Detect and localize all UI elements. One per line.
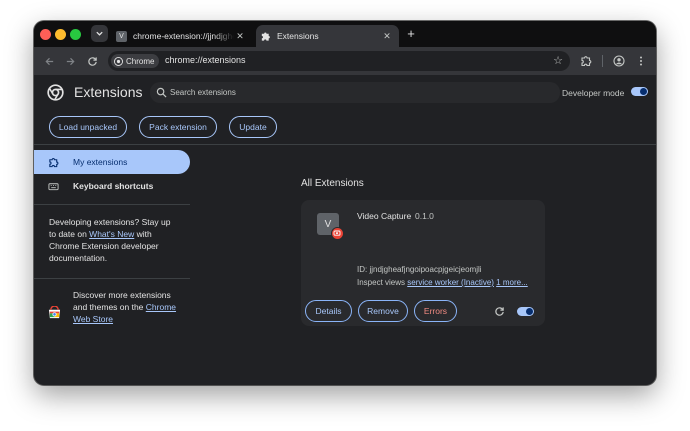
search-icon (156, 87, 167, 98)
profile-button[interactable] (610, 52, 628, 70)
puzzle-icon (261, 32, 270, 41)
url-text: chrome://extensions (165, 55, 246, 65)
close-icon[interactable]: ✕ (381, 31, 393, 42)
window-close-button[interactable] (40, 29, 51, 40)
details-button[interactable]: Details (305, 300, 352, 322)
extensions-button[interactable] (577, 52, 595, 70)
tab-favicon: V (116, 30, 127, 42)
page-title: Extensions (74, 84, 143, 100)
extension-name: Video Capture (357, 211, 412, 221)
search-input[interactable] (170, 86, 550, 99)
pack-extension-button[interactable]: Pack extension (139, 116, 217, 138)
page-header: Extensions Developer mode Load unpacked … (34, 75, 656, 145)
all-extensions-heading: All Extensions (301, 178, 364, 189)
chrome-logo-icon (47, 84, 64, 101)
tab-extensions[interactable]: Extensions ✕ (256, 25, 399, 47)
chrome-logo-icon (114, 56, 123, 66)
reload-icon (87, 56, 97, 66)
reload-button[interactable] (83, 52, 101, 70)
forward-button[interactable] (61, 52, 79, 70)
tab-strip: V chrome-extension://jjndjgheafjngoipoac… (34, 21, 656, 47)
profile-icon (613, 55, 625, 67)
chevron-down-icon (96, 31, 103, 36)
load-unpacked-button[interactable]: Load unpacked (49, 116, 127, 138)
inspect-label: Inspect views (357, 278, 408, 287)
toolbar-divider (602, 55, 603, 67)
sidebar-item-keyboard-shortcuts[interactable]: Keyboard shortcuts (34, 174, 190, 198)
menu-button[interactable] (632, 52, 650, 70)
sidebar-item-label: My extensions (73, 157, 128, 167)
sidebar-item-label: Keyboard shortcuts (73, 181, 154, 191)
developing-extensions-note: Developing extensions? Stay up to date o… (49, 216, 179, 264)
errors-button[interactable]: Errors (414, 300, 457, 322)
puzzle-icon (49, 157, 59, 167)
window-maximize-button[interactable] (70, 29, 81, 40)
site-info-chip[interactable]: Chrome (111, 54, 160, 68)
inspect-views: Inspect views service worker (Inactive) … (357, 278, 537, 287)
star-icon[interactable]: ☆ (550, 53, 566, 69)
webstore-text: Discover more extensions and themes on t… (73, 289, 183, 325)
back-button[interactable] (40, 52, 58, 70)
developer-mode-toggle[interactable] (631, 87, 648, 96)
sidebar: My extensions Keyboard shortcuts Develop… (34, 145, 190, 385)
tab-title: Extensions (277, 31, 319, 41)
window-minimize-button[interactable] (55, 29, 66, 40)
developer-mode-label: Developer mode (562, 88, 625, 98)
search-box[interactable] (150, 82, 560, 103)
extensions-puzzle-icon (581, 56, 592, 67)
sidebar-item-my-extensions[interactable]: My extensions (34, 150, 190, 174)
whats-new-link[interactable]: What's New (89, 229, 134, 239)
close-icon[interactable]: ✕ (234, 31, 246, 42)
browser-toolbar: Chrome chrome://extensions ☆ (34, 47, 656, 75)
reload-icon[interactable] (494, 306, 505, 317)
chip-label: Chrome (126, 56, 155, 66)
extension-id: ID: jjndjgheafjngoipoacpjgeicjeomjli (357, 265, 482, 274)
more-views-link[interactable]: 1 more... (496, 278, 528, 287)
forward-icon (66, 57, 75, 65)
update-button[interactable]: Update (229, 116, 277, 138)
remove-button[interactable]: Remove (358, 300, 408, 322)
keyboard-icon (48, 182, 59, 190)
record-icon (331, 227, 344, 240)
browser-window: V chrome-extension://jjndjgheafjngoipoac… (34, 21, 656, 385)
sidebar-divider (34, 204, 190, 205)
tab-search-button[interactable] (91, 25, 108, 42)
new-tab-button[interactable]: + (403, 26, 419, 42)
extension-enable-toggle[interactable] (517, 307, 534, 316)
extension-version: 0.1.0 (415, 211, 434, 221)
menu-icon (640, 56, 642, 66)
extension-card: V Video Capture 0.1.0 ID: jjndjgheafjngo… (301, 200, 545, 326)
back-icon (44, 57, 53, 65)
address-bar[interactable]: Chrome chrome://extensions ☆ (108, 51, 570, 71)
tab-title: chrome-extension://jjndjgheafjngoipoacpj… (133, 31, 234, 41)
sidebar-divider (34, 278, 190, 279)
chrome-web-store-icon (48, 306, 61, 319)
service-worker-link[interactable]: service worker (Inactive) (407, 278, 494, 287)
tab-video-capture[interactable]: V chrome-extension://jjndjgheafjngoipoac… (112, 25, 252, 47)
